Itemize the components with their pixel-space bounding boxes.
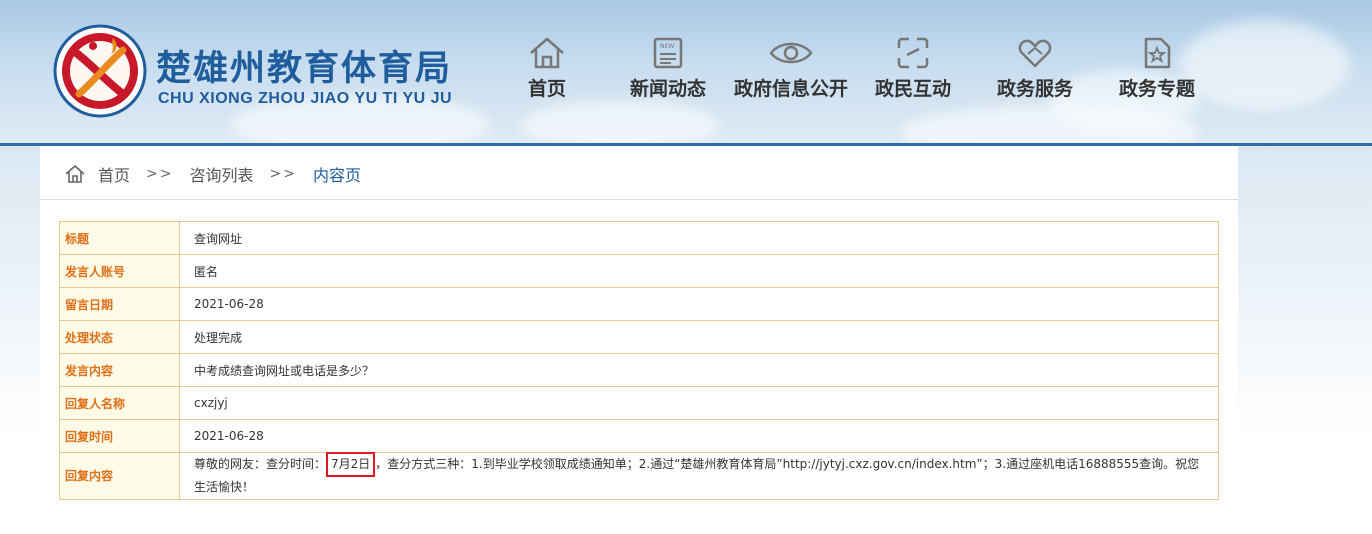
nav-topics[interactable]: 政务专题 (1116, 36, 1198, 106)
breadcrumb-current: 内容页 (312, 166, 361, 185)
row-key: 标题 (59, 221, 180, 255)
table-row: 发言内容 中考成绩查询网址或电话是多少？ (59, 353, 1219, 387)
bureau-logo-emblem[interactable] (53, 24, 147, 118)
breadcrumb-home[interactable]: 首页 (98, 162, 130, 186)
eye-icon (769, 42, 813, 64)
row-key: 发言人账号 (59, 254, 180, 288)
row-value: 中考成绩查询网址或电话是多少？ (179, 353, 1219, 387)
table-row: 处理状态 处理完成 (59, 320, 1219, 354)
nav-services-label: 政务服务 (996, 78, 1073, 100)
row-key: 处理状态 (59, 320, 180, 354)
table-row: 发言人账号 匿名 (59, 254, 1219, 288)
table-row: 标题 查询网址 (59, 221, 1219, 255)
nav-news-label: 新闻动态 (629, 78, 706, 100)
site-header: 楚雄州教育体育局 CHU XIONG ZHOU JIAO YU TI YU JU… (0, 0, 1372, 143)
row-key: 回复内容 (59, 452, 180, 500)
svg-text:NEW: NEW (660, 43, 674, 50)
highlighted-date: 7月2日 (326, 452, 376, 477)
table-row: 回复内容 尊敬的网友：查分时间： 7月2日 ，查分方式三种：1.到毕业学校领取成绩通… (59, 452, 1219, 500)
home-icon (530, 37, 564, 69)
nav-interaction[interactable]: 政民互动 (872, 36, 954, 106)
nav-news[interactable]: NEW 新闻动态 (626, 36, 710, 106)
row-value: 匿名 (179, 254, 1219, 288)
interaction-icon (897, 37, 929, 69)
row-value: 处理完成 (179, 320, 1219, 354)
row-key: 回复人名称 (59, 386, 180, 420)
breadcrumb-home-icon[interactable] (64, 164, 86, 184)
site-subtitle: CHU XIONG ZHOU JIAO YU TI YU JU (158, 90, 453, 107)
row-key: 留言日期 (59, 287, 180, 321)
table-row: 回复时间 2021-06-28 (59, 419, 1219, 453)
table-row: 回复人名称 cxzjyj (59, 386, 1219, 420)
nav-topics-label: 政务专题 (1118, 78, 1195, 100)
breadcrumb-divider (40, 199, 1238, 200)
breadcrumb-separator: >> (146, 166, 174, 182)
nav-gov-info-label: 政府信息公开 (733, 78, 848, 100)
row-value: 2021-06-28 (179, 287, 1219, 321)
site-title[interactable]: 楚雄州教育体育局 (156, 40, 452, 91)
handshake-icon (1018, 39, 1052, 68)
nav-home-label: 首页 (527, 78, 566, 100)
row-value: 查询网址 (179, 221, 1219, 255)
table-row: 留言日期 2021-06-28 (59, 287, 1219, 321)
row-key: 回复时间 (59, 419, 180, 453)
row-value: 2021-06-28 (179, 419, 1219, 453)
newspaper-icon: NEW (653, 37, 683, 69)
row-value: cxzjyj (179, 386, 1219, 420)
message-detail-table: 标题 查询网址 发言人账号 匿名 留言日期 2021-06-28 处理状态 处理… (59, 221, 1219, 500)
star-document-icon (1144, 37, 1171, 69)
nav-home[interactable]: 首页 (522, 36, 572, 106)
reply-content: 尊敬的网友：查分时间： 7月2日 ，查分方式三种：1.到毕业学校领取成绩通知单；2.… (179, 452, 1219, 500)
nav-interaction-label: 政民互动 (874, 78, 951, 100)
breadcrumb-list[interactable]: 咨询列表 (189, 162, 253, 186)
row-key: 发言内容 (59, 353, 180, 387)
reply-text-before: 尊敬的网友：查分时间： (194, 457, 327, 471)
breadcrumb-separator: >> (269, 166, 297, 182)
nav-services[interactable]: 政务服务 (994, 36, 1076, 106)
breadcrumb: 首页 >> 咨询列表 >> 内容页 (64, 160, 361, 188)
nav-gov-info[interactable]: 政府信息公开 (730, 36, 852, 106)
